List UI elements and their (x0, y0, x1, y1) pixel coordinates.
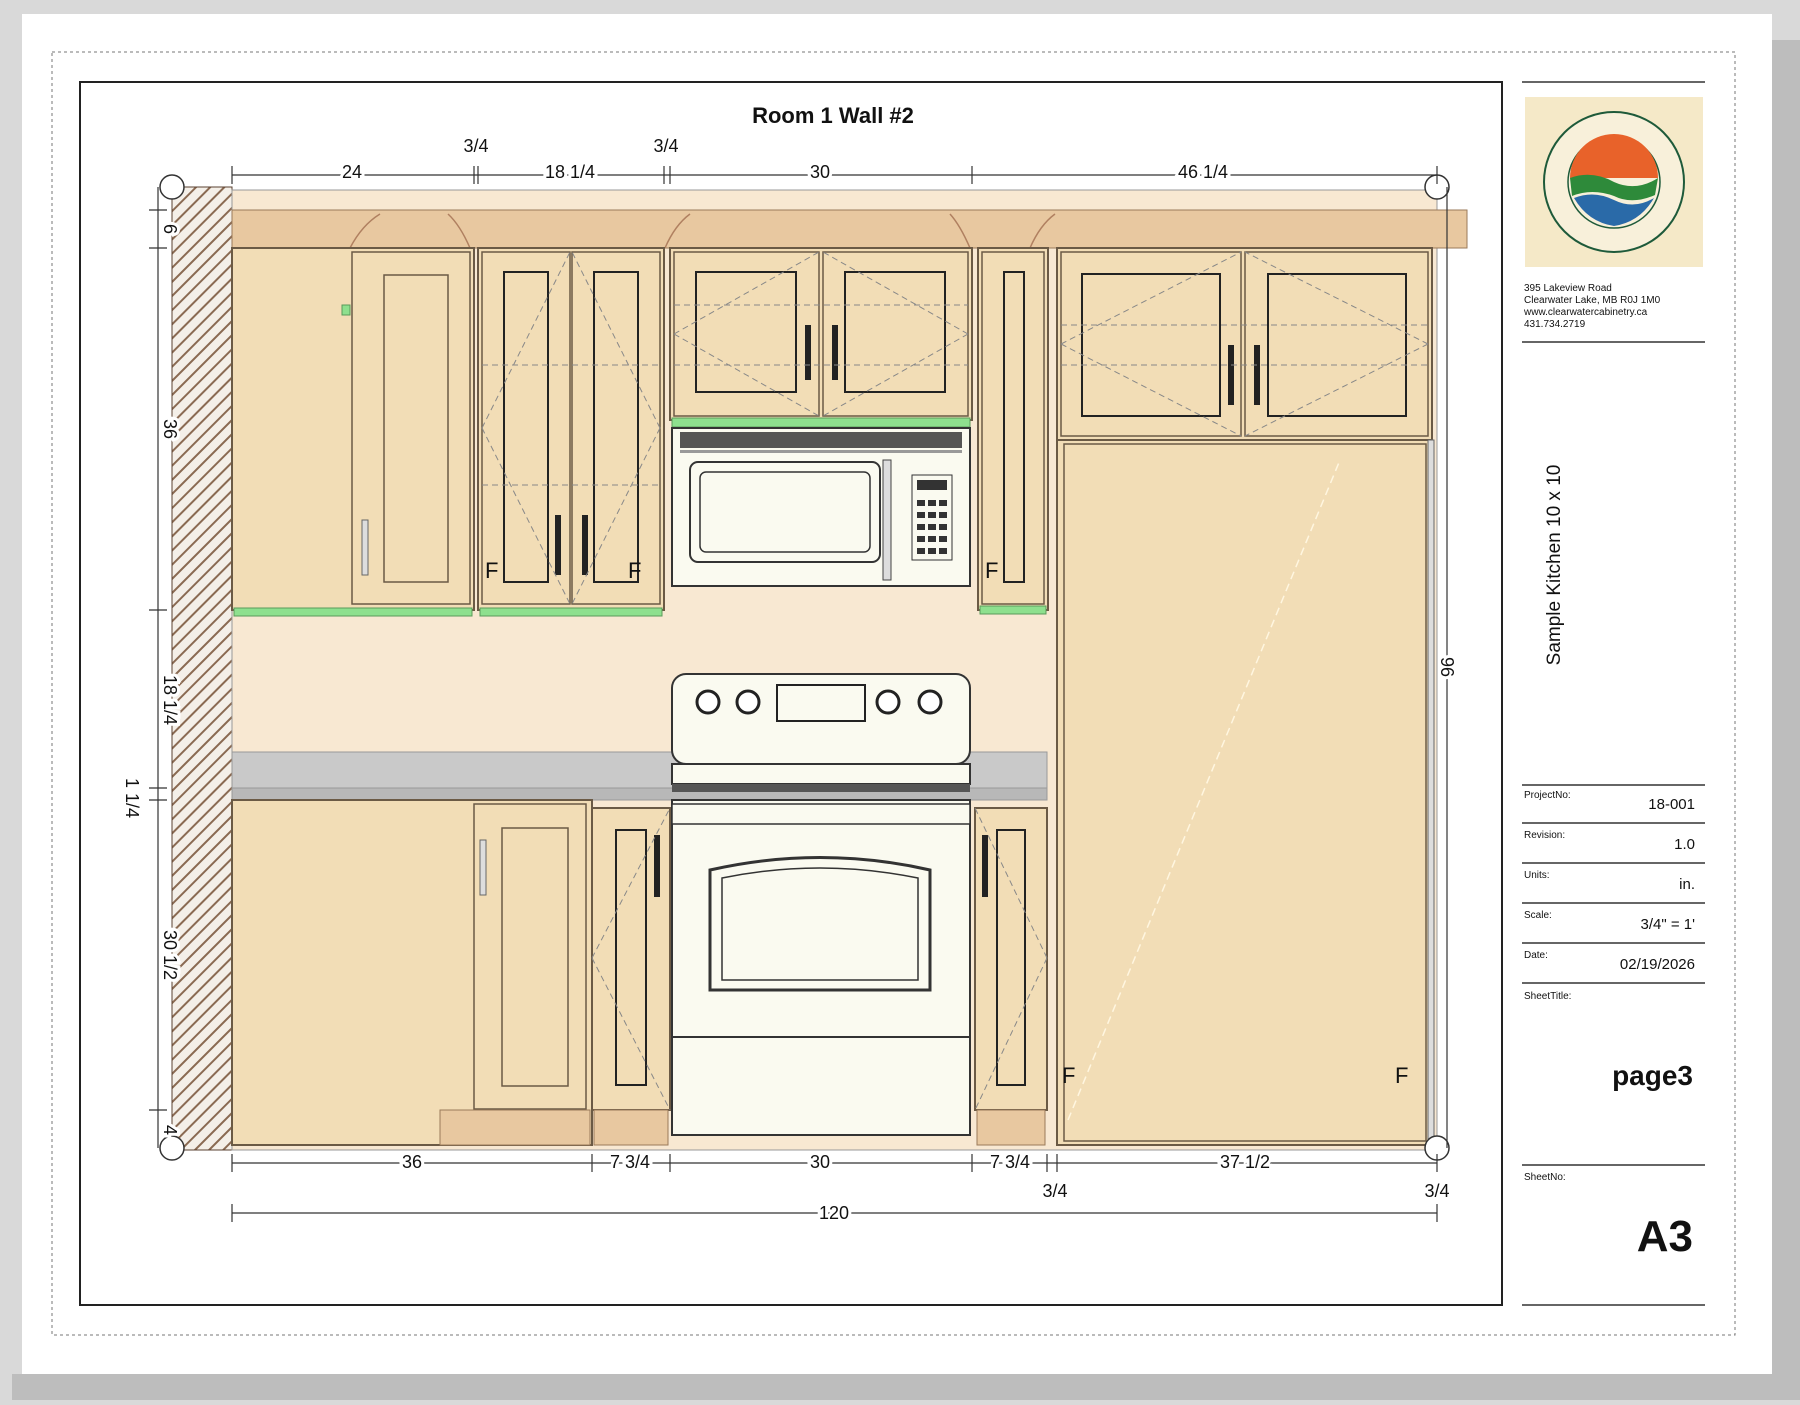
dim-bottom-1: 7 3/4 (610, 1152, 650, 1172)
crown-moulding (231, 209, 1468, 249)
dim-top-4: 30 (810, 162, 830, 182)
dim-left-4: 30 1/2 (160, 930, 180, 980)
dim-bottom-5: 3/4 (1042, 1181, 1067, 1201)
dim-left-1: 36 (160, 419, 180, 439)
dim-top-2: 18 1/4 (545, 162, 595, 182)
dim-left-5: 4 (160, 1125, 180, 1135)
sheet-title-label: SheetTitle: (1524, 991, 1571, 1002)
field-label: Revision: (1524, 830, 1565, 841)
dim-top-3: 3/4 (653, 136, 678, 156)
field-label: Scale: (1524, 910, 1552, 921)
dim-bottom-4: 37 1/2 (1220, 1152, 1270, 1172)
upper-cabinet-24 (231, 247, 475, 611)
dim-top-0: 24 (342, 162, 362, 182)
range-stove (671, 673, 971, 1136)
refrigerator-panel (1056, 439, 1435, 1146)
dim-bottom-0: 36 (402, 1152, 422, 1172)
drawing-title: Room 1 Wall #2 (752, 103, 914, 128)
field-value: 18-001 (1648, 796, 1695, 813)
dim-top-5: 46 1/4 (1178, 162, 1228, 182)
sheet-no-label: SheetNo: (1524, 1172, 1566, 1183)
dim-top-1: 3/4 (463, 136, 488, 156)
field-value: in. (1679, 876, 1695, 893)
sheet-title: page3 (1612, 1060, 1693, 1091)
filler-mark: F (985, 558, 998, 583)
dim-bottom-6: 3/4 (1424, 1181, 1449, 1201)
upper-cabinet-18-1-4 (477, 247, 665, 611)
dim-left-3: 1 1/4 (122, 778, 142, 818)
filler-mark: F (485, 558, 498, 583)
field-label: ProjectNo: (1524, 790, 1571, 801)
field-label: Date: (1524, 950, 1548, 961)
light-rail-mid (479, 607, 663, 617)
address-line: Clearwater Lake, MB R0J 1M0 (1524, 295, 1661, 306)
dim-bottom-2: 30 (810, 1152, 830, 1172)
light-rail-left (233, 607, 473, 617)
base-cabinet-36 (231, 799, 593, 1146)
field-label: Units: (1524, 870, 1550, 881)
address-line: www.clearwatercabinetry.ca (1523, 307, 1648, 318)
project-name: Sample Kitchen 10 x 10 (1544, 465, 1565, 666)
elevation-drawing: Room 1 Wall #2 F F F F F 24 3/4 18 1/4 3… (12, 14, 1800, 1400)
drawing-sheet: Room 1 Wall #2 F F F F F 24 3/4 18 1/4 3… (0, 0, 1800, 1400)
upper-cabinet-over-microwave (669, 247, 973, 428)
paper-shadow-right (1772, 40, 1800, 1400)
dim-left-2: 18 1/4 (160, 675, 180, 725)
dim-right-height: 96 (1437, 657, 1457, 677)
base-filler-left (591, 807, 671, 1146)
address-line: 395 Lakeview Road (1524, 283, 1612, 294)
paper-shadow (12, 1374, 1772, 1400)
company-logo (1525, 97, 1703, 267)
microwave (671, 427, 971, 587)
filler-mark: F (1395, 1063, 1408, 1088)
base-filler-right (974, 807, 1048, 1146)
field-value: 02/19/2026 (1620, 956, 1695, 973)
field-value: 1.0 (1674, 836, 1695, 853)
filler-mark: F (628, 558, 641, 583)
address-line: 431.734.2719 (1524, 319, 1586, 330)
dim-bottom-3: 7 3/4 (990, 1152, 1030, 1172)
wall-section-hatch (171, 186, 233, 1151)
filler-mark: F (1062, 1063, 1075, 1088)
sheet-number: A3 (1637, 1212, 1693, 1261)
upper-cabinet-over-fridge (1056, 247, 1433, 441)
dim-left-0: 6 (160, 224, 180, 234)
dim-overall-width: 120 (819, 1203, 849, 1223)
field-value: 3/4" = 1' (1641, 916, 1696, 933)
